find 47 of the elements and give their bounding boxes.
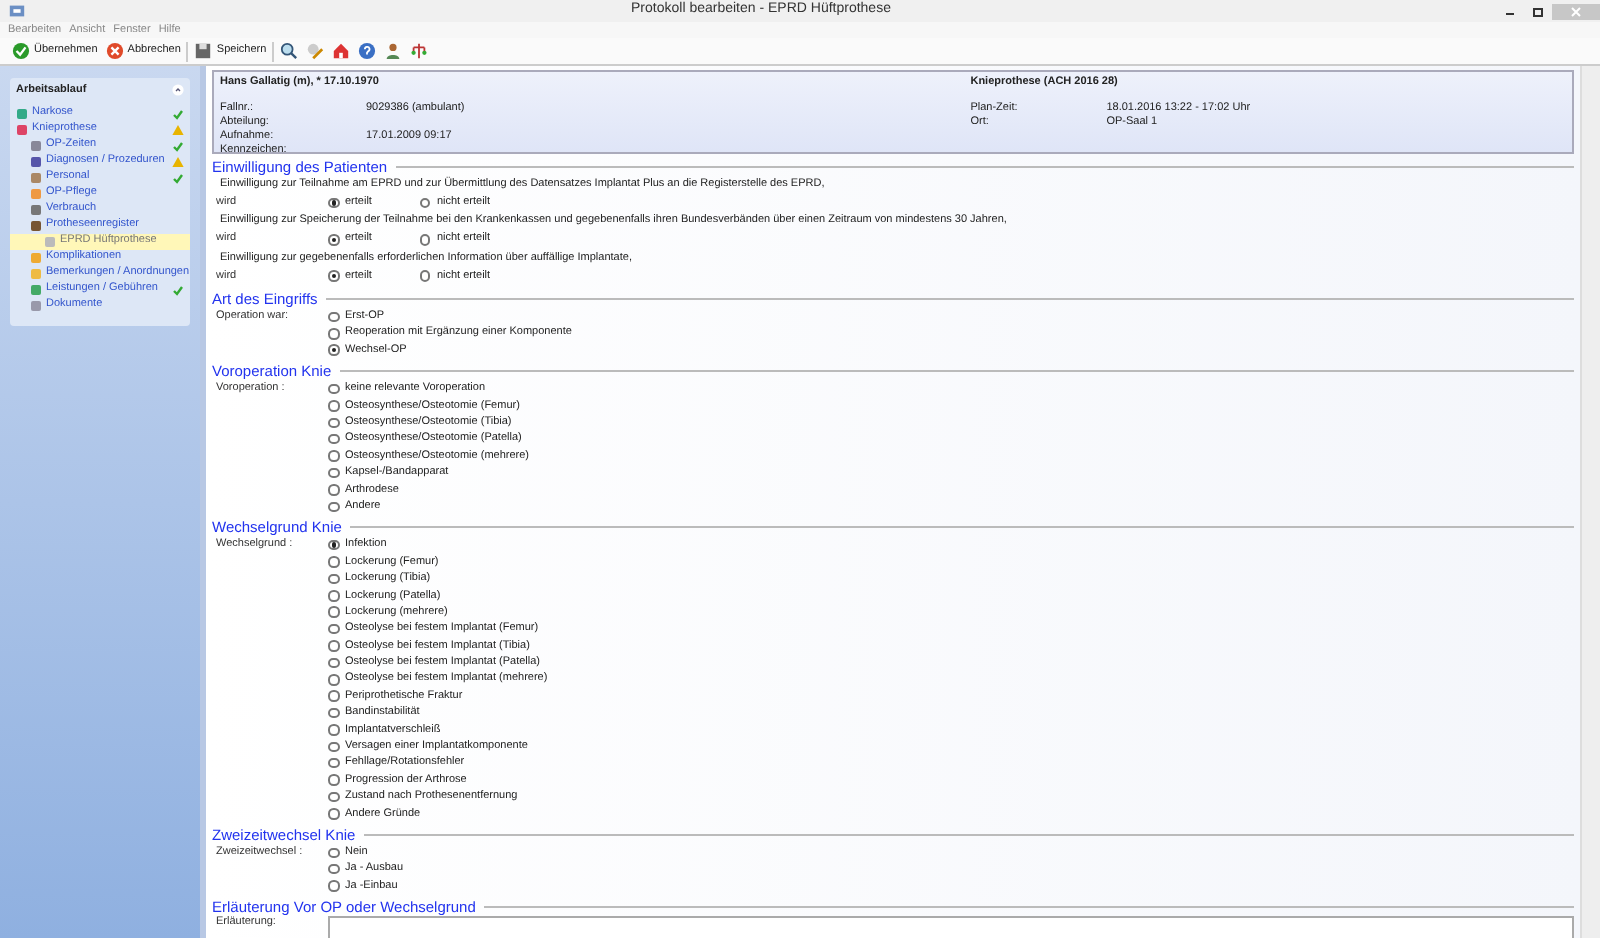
close-icon	[1570, 5, 1582, 17]
text-area[interactable]	[328, 916, 1574, 938]
radio-button[interactable]	[328, 774, 339, 786]
radio-button[interactable]	[328, 863, 339, 875]
radio-button[interactable]	[328, 234, 339, 246]
radio-button[interactable]	[328, 690, 339, 702]
radio-button[interactable]	[328, 590, 339, 602]
radio-button[interactable]	[328, 197, 339, 209]
radio-button[interactable]	[328, 724, 339, 736]
radio-button[interactable]	[328, 450, 339, 462]
restore-icon	[1532, 5, 1544, 17]
person-icon	[384, 42, 403, 60]
radio-button[interactable]	[328, 400, 339, 412]
radio-button[interactable]	[328, 328, 339, 339]
radio-button[interactable]	[328, 270, 339, 282]
radio-button[interactable]	[328, 344, 339, 356]
search-icon	[280, 42, 299, 60]
tree-icon	[410, 42, 429, 60]
radio-button[interactable]	[328, 467, 339, 479]
radio-button[interactable]	[328, 417, 339, 429]
radio-button[interactable]	[328, 707, 339, 719]
radio-button[interactable]	[328, 880, 339, 892]
app-icon	[8, 2, 26, 20]
radio-button[interactable]	[328, 606, 339, 618]
radio-button[interactable]	[328, 539, 339, 551]
radio-button[interactable]	[328, 808, 339, 820]
radio-button[interactable]	[328, 674, 339, 686]
radio-button[interactable]	[328, 640, 339, 652]
radio-button[interactable]	[328, 311, 339, 323]
radio-button[interactable]	[328, 757, 339, 769]
radio-button[interactable]	[328, 573, 339, 585]
help-button[interactable]	[354, 38, 381, 64]
radio-button[interactable]	[419, 270, 431, 282]
search-button[interactable]	[276, 38, 303, 64]
collapse-icon	[172, 84, 184, 97]
radio-button[interactable]	[328, 623, 339, 635]
radio-button[interactable]	[328, 383, 339, 395]
radio-button[interactable]	[328, 484, 339, 496]
radio-button[interactable]	[419, 234, 431, 246]
radio-button[interactable]	[419, 197, 431, 209]
radio-button[interactable]	[328, 791, 339, 803]
radio-button[interactable]	[328, 741, 339, 753]
radio-button[interactable]	[328, 501, 339, 513]
radio-button[interactable]	[328, 847, 339, 859]
radio-button[interactable]	[328, 556, 339, 568]
radio-button[interactable]	[328, 657, 339, 669]
radio-button[interactable]	[328, 433, 339, 445]
